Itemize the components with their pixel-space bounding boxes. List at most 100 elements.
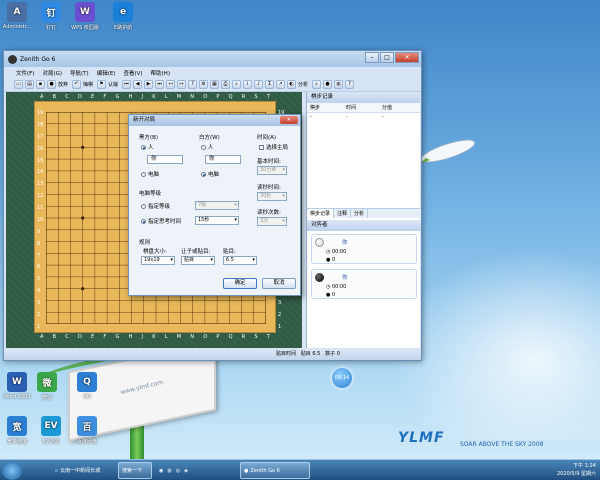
settings-icon[interactable]: ⚙ (199, 80, 209, 89)
white-computer-radio[interactable]: 电脑 (201, 170, 219, 178)
prev-move-icon[interactable]: ◀ (133, 80, 143, 89)
menu-item-4[interactable]: 查看(V) (123, 69, 142, 77)
ok-button[interactable]: 确定 (223, 278, 257, 289)
first-move-icon[interactable]: ⏮ (122, 80, 132, 89)
menu-item-5[interactable]: 帮助(H) (151, 69, 170, 77)
desktop-icon-top-1[interactable]: 钉钉钉 (34, 2, 68, 31)
desktop-icon-bottom-1[interactable]: EV EV录屏 (34, 416, 68, 445)
pass-icon[interactable]: ● (47, 80, 56, 89)
desktop-icon-top-3[interactable]: e E路护航 (106, 2, 140, 31)
column-label: O (203, 94, 208, 100)
menu-item-0[interactable]: 文件(F) (16, 69, 34, 77)
undo-icon[interactable]: ↶ (72, 80, 82, 89)
desktop-icon-mid-0[interactable]: W Word 2003 (0, 372, 34, 400)
minimize-button[interactable]: – (365, 52, 379, 63)
komi-select[interactable]: 6.5 ▾ (223, 256, 257, 265)
resign-icon[interactable]: ⚑ (97, 80, 107, 89)
column-label: F (103, 94, 107, 100)
black-player-name: 你 (342, 275, 348, 281)
byoyomi-select[interactable]: 30秒 ▾ (257, 192, 287, 201)
analysis-icon[interactable]: ◐ (287, 80, 297, 89)
back-branch-icon[interactable]: ↤ (166, 80, 176, 89)
score-icon[interactable]: Σ (265, 80, 275, 89)
info-icon[interactable]: i (243, 80, 253, 89)
open-file-icon[interactable]: ▤ (25, 80, 34, 89)
column-label: M (176, 334, 182, 340)
column-label: M (176, 94, 182, 100)
chrome-icon[interactable]: ◉ (159, 468, 163, 474)
app-icon[interactable]: ◈ (184, 468, 188, 474)
sound-icon[interactable]: ♪ (254, 80, 264, 89)
window-titlebar[interactable]: Zenith Go 6 (4, 51, 421, 67)
white-human-radio[interactable]: 人 (201, 143, 214, 151)
taskbar-item-zenith[interactable]: ● Zenith Go 6 (240, 462, 310, 479)
desktop-icon-top-0[interactable]: A Administr... (0, 2, 34, 30)
close-button[interactable]: ✕ (395, 52, 419, 63)
stone-icon[interactable]: ● (323, 80, 333, 89)
undo-label[interactable]: 悔棋 (83, 81, 93, 88)
desktop-icon-top-2[interactable]: W WPS 校园版 (68, 2, 102, 31)
time-label: 时间(A) (257, 135, 277, 141)
desktop-icon-bottom-0[interactable]: 宽宽带连接 (0, 416, 34, 445)
board-size-select[interactable]: 19x19 ▾ (141, 256, 175, 265)
last-move-icon[interactable]: ⏭ (155, 80, 165, 89)
taskbar-item-browser[interactable]: e 云南一中新闻长城 (52, 462, 114, 479)
forward-branch-icon[interactable]: ↦ (177, 80, 187, 89)
white-stone-icon (315, 238, 324, 247)
print-icon[interactable]: ⎙ (221, 80, 231, 89)
row-label: 15 (37, 157, 44, 164)
floating-timer-bubble[interactable]: 00:14 (332, 368, 352, 388)
dialog-close-button[interactable]: ✕ (280, 116, 298, 124)
tab-analysis[interactable]: 分析 (351, 209, 369, 218)
pin-icon[interactable]: ↗ (276, 80, 286, 89)
star-point (81, 145, 85, 149)
zoom-icon[interactable]: ⌕ (232, 80, 242, 89)
search-icon[interactable]: ⌕ (312, 80, 322, 89)
save-icon[interactable]: ▪ (36, 80, 45, 89)
analysis-label[interactable]: 分析 (298, 81, 308, 88)
dialog-title[interactable]: 新开对局 (129, 115, 300, 126)
handicap-select[interactable]: 贴目 ▾ (181, 256, 215, 265)
time-checkbox[interactable]: 选择主局 (259, 143, 288, 151)
black-player-time: ◷ 00:00 (326, 284, 347, 290)
help-icon[interactable]: ? (345, 80, 355, 89)
row-coordinates-left: 19 18 17 16 15 14 13 12 11 10 9 8 7 6 5 4 3 2 1 (37, 110, 43, 330)
tab-move-record[interactable]: 棋步记录 (307, 209, 335, 218)
black-name-input[interactable]: 你 (147, 155, 183, 164)
board-view-icon[interactable]: ▦ (210, 80, 220, 89)
menu-item-2[interactable]: 导航(T) (70, 69, 89, 77)
desktop-icon-mid-1[interactable]: 微微信 (30, 372, 64, 401)
maximize-button[interactable]: □ (380, 52, 394, 63)
globe-icon[interactable]: ◍ (334, 80, 344, 89)
fixed-level-select[interactable]: 7级 ▾ (195, 201, 239, 210)
resign-label[interactable]: 认输 (108, 81, 118, 88)
taskbar-item-search[interactable]: 搜索一下 (118, 462, 152, 479)
black-human-radio[interactable]: 人 (141, 143, 154, 151)
basic-time-select[interactable]: 30分钟 ▾ (257, 166, 287, 175)
fixed-time-select[interactable]: 15秒 ▾ (195, 216, 239, 225)
status-komi-time: 贴目时间 (276, 351, 297, 357)
hint-icon[interactable]: ? (188, 80, 198, 89)
start-button[interactable] (2, 461, 22, 480)
cancel-button[interactable]: 取消 (262, 278, 296, 289)
fixed-level-radio[interactable]: 指定等级 (141, 202, 170, 210)
row-label: 2 (37, 311, 41, 318)
menu-item-1[interactable]: 对局(G) (42, 69, 62, 77)
fixed-time-radio[interactable]: 指定思考时间 (141, 217, 181, 225)
menu-item-3[interactable]: 编辑(E) (97, 69, 116, 77)
system-tray-clock[interactable]: 下午 1:24 2020/5/9 星期六 (557, 462, 596, 478)
tab-comments[interactable]: 注释 (334, 209, 352, 218)
column-label: N (190, 94, 194, 100)
pass-label[interactable]: 放弃 (58, 81, 68, 88)
desktop-icon-mid-2[interactable]: Q QQ (70, 372, 104, 400)
table-row[interactable]: - - - (307, 113, 420, 121)
wechat-icon[interactable]: ◎ (176, 468, 180, 474)
white-name-input[interactable]: 你 (205, 155, 241, 164)
qq-icon[interactable]: ◍ (167, 468, 171, 474)
new-game-icon[interactable]: ▭ (14, 80, 23, 89)
byoyomi-count-select[interactable]: 3次 ▾ (257, 217, 287, 226)
taskbar: e 云南一中新闻长城 搜索一下 ◉ ◍ ◎ ◈ ● Zenith Go 6 下午… (0, 459, 600, 480)
next-move-icon[interactable]: ▶ (144, 80, 154, 89)
desktop-icon-bottom-2[interactable]: 百百度网盘 (70, 416, 104, 445)
black-computer-radio[interactable]: 电脑 (141, 170, 159, 178)
